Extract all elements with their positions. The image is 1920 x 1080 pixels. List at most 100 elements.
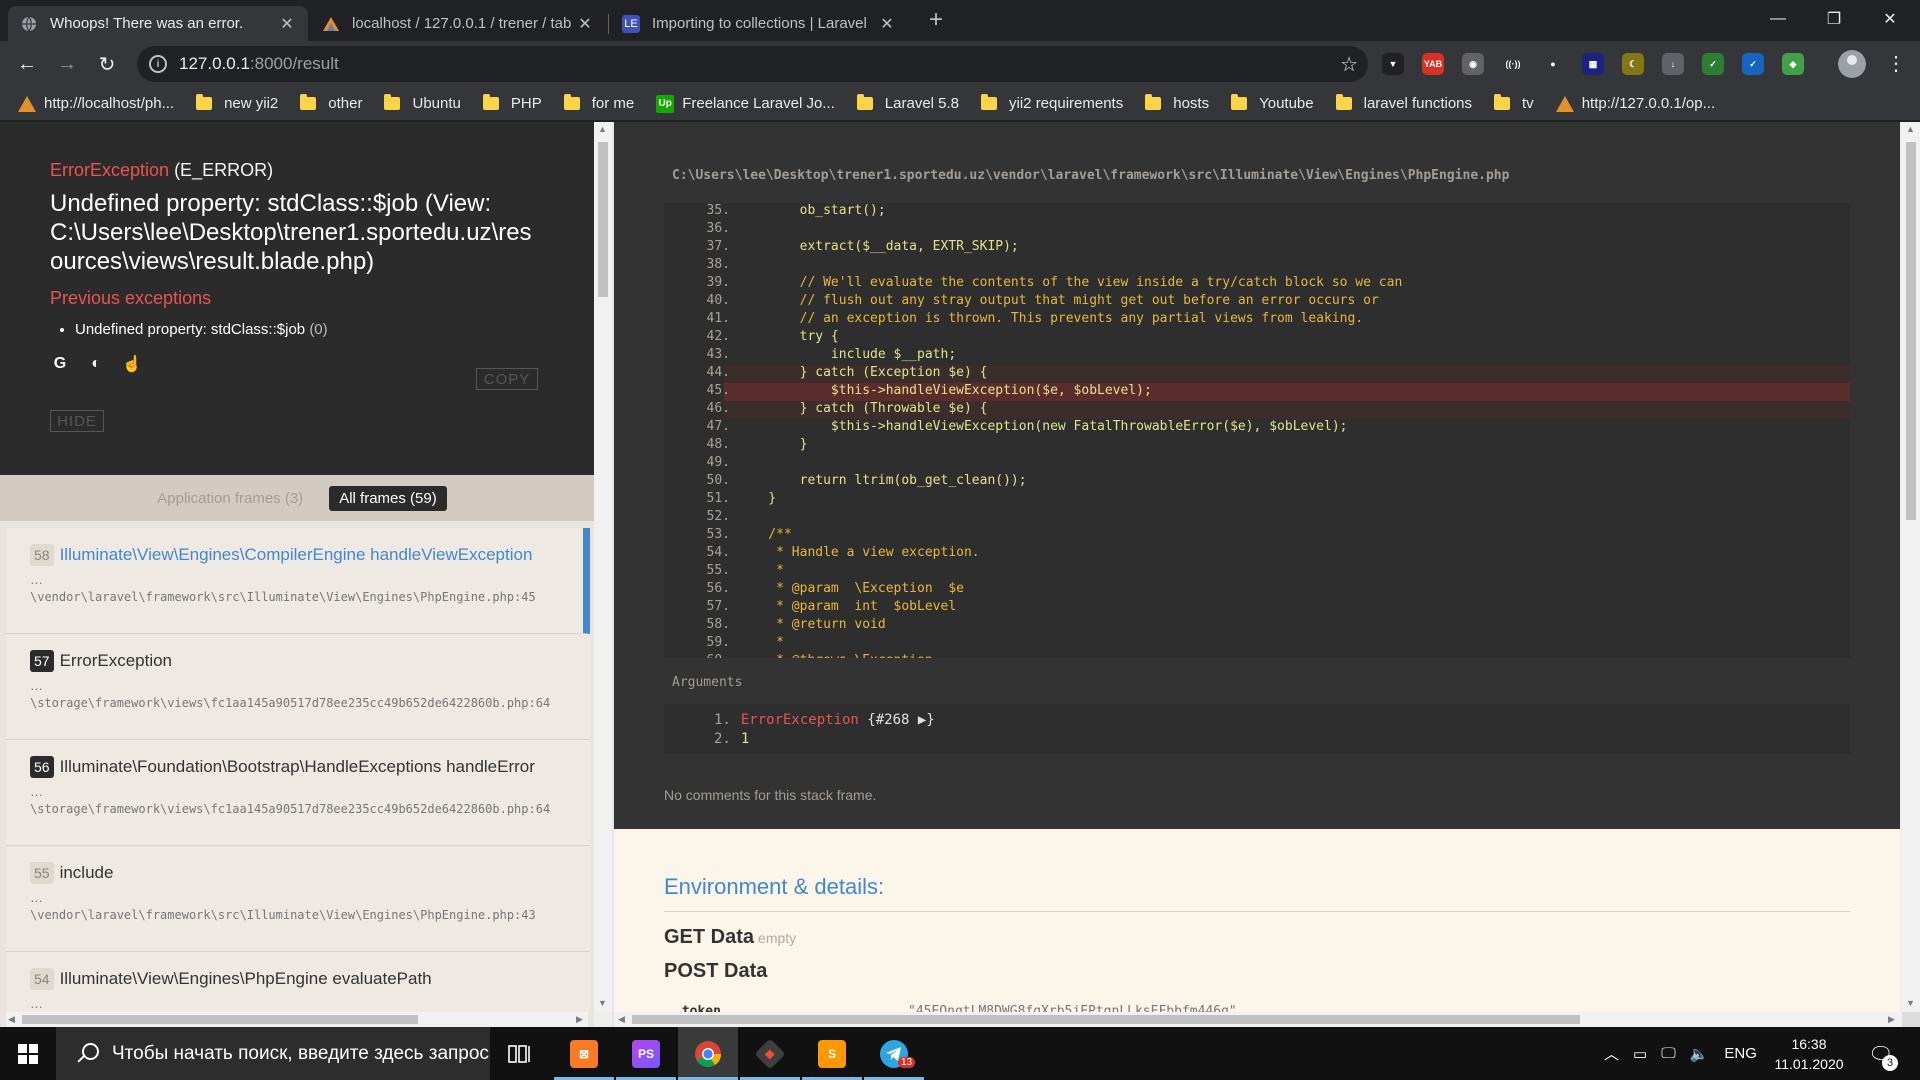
folder-icon <box>981 94 998 110</box>
bookmark-item[interactable]: for me <box>563 94 634 112</box>
browser-menu-icon[interactable]: ⋮ <box>1886 51 1906 76</box>
stackoverflow-search-icon[interactable]: ☝ <box>122 354 142 374</box>
battery-icon[interactable]: ▭ <box>1633 1045 1647 1063</box>
bookmark-item[interactable]: Youtube <box>1231 94 1314 112</box>
google-search-icon[interactable]: G <box>50 354 70 374</box>
bookmark-item[interactable]: http://127.0.0.1/op... <box>1555 95 1715 112</box>
line-number: 50. <box>706 473 730 488</box>
scrollbar-thumb[interactable] <box>632 1015 1580 1024</box>
tab-close-icon[interactable]: ✕ <box>278 14 296 34</box>
vpn-extension-icon[interactable]: ▼ <box>1382 53 1404 75</box>
line-number: 45. <box>706 383 730 398</box>
task-view-button[interactable] <box>490 1027 550 1080</box>
shield-green-extension-icon[interactable]: ✓ <box>1702 53 1724 75</box>
duckduckgo-search-icon[interactable]: ◐ <box>86 354 106 374</box>
hide-button[interactable]: HIDE <box>50 410 104 432</box>
scroll-up-arrow-icon[interactable]: ▲ <box>1906 124 1915 134</box>
stack-frame[interactable]: 54 Illuminate\View\Engines\PhpEngine eval… <box>6 952 590 1013</box>
bookmark-star-icon[interactable]: ☆ <box>1340 52 1358 77</box>
frame-class: include <box>59 863 114 882</box>
close-window-button[interactable]: ✕ <box>1862 0 1918 38</box>
bookmark-item[interactable]: yii2 requirements <box>981 94 1123 112</box>
scroll-right-arrow-icon[interactable]: ▶ <box>576 1014 583 1025</box>
scroll-left-arrow-icon[interactable]: ◀ <box>8 1014 15 1025</box>
grid-extension-icon[interactable]: ▦ <box>1582 53 1604 75</box>
bookmark-label: new yii2 <box>224 95 279 112</box>
download-extension-icon[interactable]: ↓ <box>1662 53 1684 75</box>
color-extension-icon[interactable]: ◆ <box>1782 53 1804 75</box>
phpstorm-app[interactable]: PS <box>616 1027 676 1080</box>
tab-close-icon[interactable]: ✕ <box>576 14 594 34</box>
info-icon[interactable]: i <box>149 55 167 73</box>
bookmark-item[interactable]: tv <box>1494 94 1534 112</box>
reload-button[interactable]: ↻ <box>92 49 122 79</box>
line-number: 60. <box>664 653 730 658</box>
scroll-left-arrow-icon[interactable]: ◀ <box>618 1014 625 1025</box>
scroll-down-arrow-icon[interactable]: ▼ <box>598 998 607 1008</box>
maximize-button[interactable]: ❐ <box>1806 0 1862 38</box>
bookmark-item[interactable]: new yii2 <box>196 94 279 112</box>
frame-file-path: C:\Users\lee\Desktop\trener1.sportedu.uz… <box>672 168 1510 183</box>
camera-extension-icon[interactable]: ◉ <box>1462 53 1484 75</box>
show-hidden-icons-icon[interactable]: ︿ <box>1604 1043 1619 1064</box>
code-line: 41. // an exception is thrown. This prev… <box>664 311 1850 329</box>
profile-avatar[interactable] <box>1838 50 1866 78</box>
right-horizontal-scrollbar[interactable]: ◀ ▶ <box>614 1012 1902 1027</box>
start-button[interactable] <box>0 1027 56 1080</box>
minimize-button[interactable]: — <box>1750 0 1806 38</box>
chrome-app[interactable] <box>678 1027 738 1080</box>
address-bar[interactable]: i 127.0.0.1 :8000/result ☆ <box>137 46 1368 82</box>
scrollbar-thumb[interactable] <box>598 142 608 297</box>
shield-blue-extension-icon[interactable]: ✓ <box>1742 53 1764 75</box>
bookmark-item[interactable]: http://localhost/ph... <box>18 95 174 112</box>
line-number: 35. <box>706 203 730 218</box>
line-text: extract($__data, EXTR_SKIP); <box>737 239 1019 254</box>
left-vertical-scrollbar[interactable]: ▲ ▼ <box>594 122 612 1012</box>
line-number: 41. <box>706 311 730 326</box>
bookmark-item[interactable]: Ubuntu <box>384 94 461 112</box>
xampp-app[interactable]: ⊠ <box>554 1027 614 1080</box>
application-frames-filter[interactable]: Application frames (3) <box>147 486 313 511</box>
chat-extension-icon[interactable]: ● <box>1542 53 1564 75</box>
bookmark-item[interactable]: other <box>300 94 362 112</box>
stack-frame[interactable]: 55 include … \vendor\laravel\framework\src\… <box>6 846 590 952</box>
volume-icon[interactable]: 🔈 <box>1690 1045 1709 1063</box>
bookmark-item[interactable]: Laravel 5.8 <box>856 94 959 112</box>
network-icon[interactable]: 🖵 <box>1661 1045 1675 1062</box>
tab-phpmyadmin[interactable]: localhost / 127.0.0.1 / trener / tab ✕ <box>310 6 606 41</box>
scroll-down-arrow-icon[interactable]: ▼ <box>1906 998 1915 1008</box>
scroll-right-arrow-icon[interactable]: ▶ <box>1888 1014 1895 1025</box>
bookmark-item[interactable]: PHP <box>482 94 542 112</box>
clock[interactable]: 16:38 11.01.2020 <box>1764 1034 1854 1074</box>
telegram-app[interactable]: 13 <box>864 1027 924 1080</box>
right-vertical-scrollbar[interactable]: ▲ ▼ <box>1902 122 1920 1012</box>
language-indicator[interactable]: ENG <box>1724 1045 1757 1062</box>
bookmark-item[interactable]: Up Freelance Laravel Jo... <box>656 94 835 113</box>
stack-frame[interactable]: 58 Illuminate\View\Engines\CompilerEngine… <box>6 528 590 634</box>
stack-frame[interactable]: 56 Illuminate\Foundation\Bootstrap\Handle… <box>6 740 590 846</box>
scrollbar-thumb[interactable] <box>1906 142 1916 520</box>
tab-whoops[interactable]: Whoops! There was an error. ✕ <box>8 6 308 41</box>
scroll-up-arrow-icon[interactable]: ▲ <box>598 124 607 134</box>
code-line: 58. * @return void <box>664 617 1850 635</box>
yab-extension-icon[interactable]: YAB <box>1422 53 1444 75</box>
bookmark-item[interactable]: laravel functions <box>1335 94 1472 112</box>
argument-toggle[interactable]: {#268 ▶} <box>859 712 934 728</box>
left-horizontal-scrollbar[interactable]: ◀ ▶ <box>6 1012 588 1027</box>
taskbar-search[interactable]: Чтобы начать поиск, введите здесь запрос <box>56 1027 490 1080</box>
forward-button[interactable]: → <box>52 49 82 79</box>
back-button[interactable]: ← <box>12 49 42 79</box>
browser-toolbar: ← → ↻ i 127.0.0.1 :8000/result ☆ ▼ YAB ◉ ((… <box>0 41 1920 87</box>
sublime-app[interactable]: S <box>802 1027 862 1080</box>
all-frames-filter[interactable]: All frames (59) <box>329 485 447 511</box>
bookmark-item[interactable]: hosts <box>1145 94 1209 112</box>
copy-button[interactable]: COPY <box>476 368 538 390</box>
git-app[interactable]: ◆ <box>740 1027 800 1080</box>
broadcast-extension-icon[interactable]: ((·)) <box>1502 53 1524 75</box>
new-tab-button[interactable]: + <box>922 6 950 34</box>
scrollbar-thumb[interactable] <box>22 1015 418 1024</box>
tab-laravel-excel[interactable]: LE Importing to collections | Laravel ✕ <box>610 6 908 41</box>
stack-frame[interactable]: 57 ErrorException … \storage\framework\view… <box>6 634 590 740</box>
tab-close-icon[interactable]: ✕ <box>878 14 896 34</box>
moon-extension-icon[interactable]: ☾ <box>1622 53 1644 75</box>
